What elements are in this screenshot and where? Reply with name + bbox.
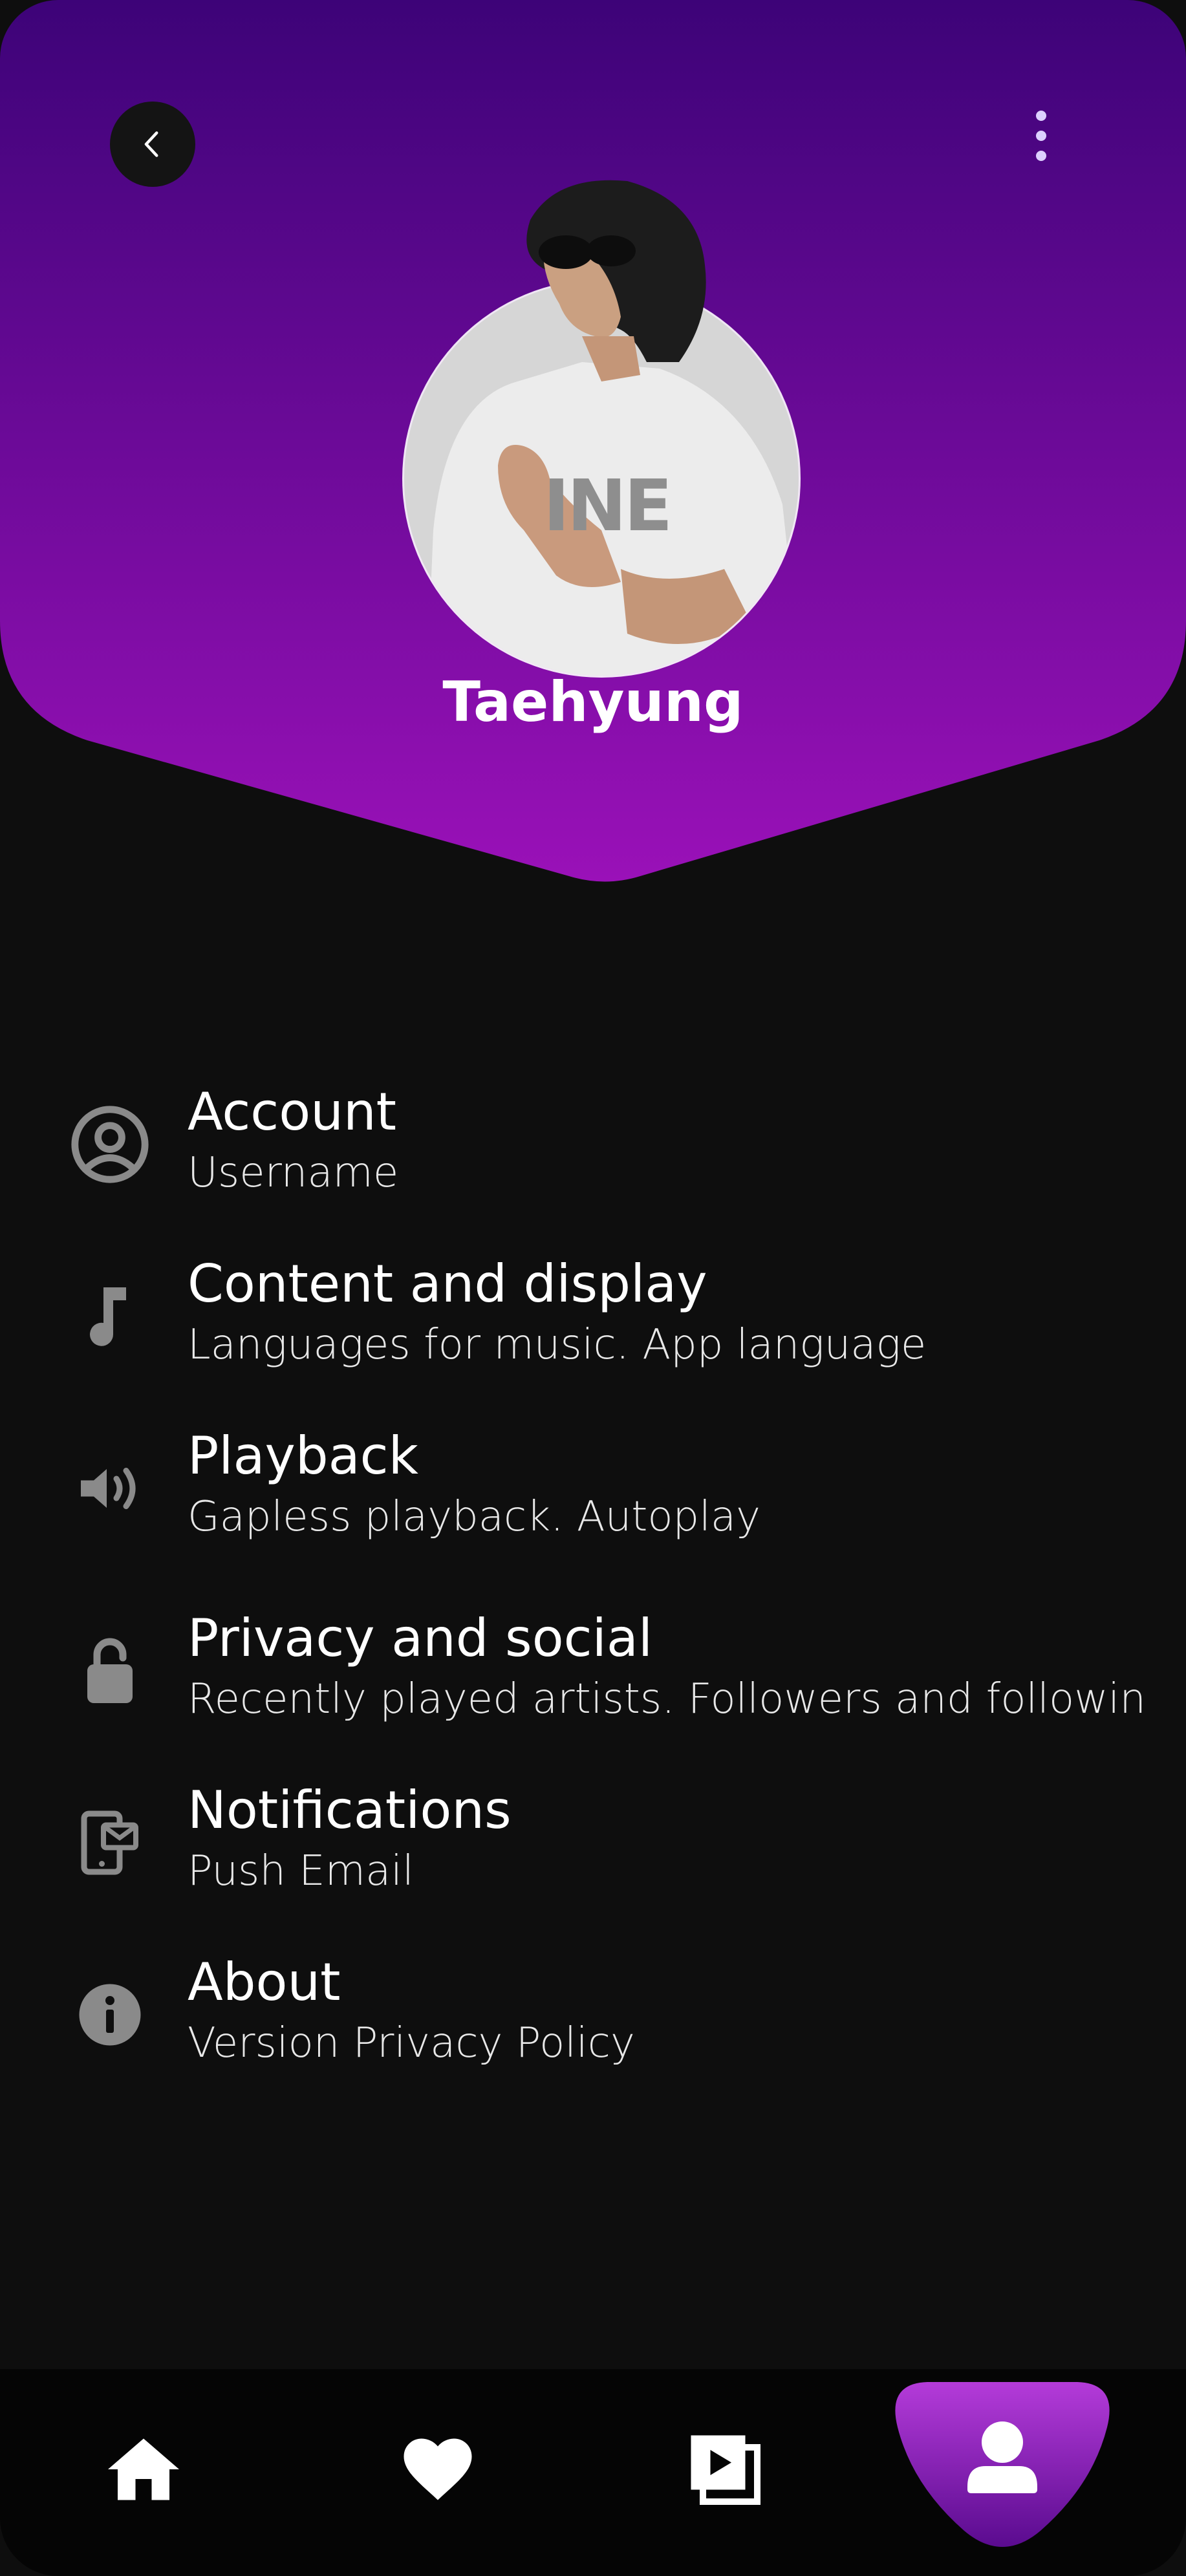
settings-item-about[interactable]: About Version Privacy Policy: [0, 1950, 1186, 2092]
heart-icon: [404, 2438, 472, 2500]
settings-item-subtitle: Gapless playback. Autoplay: [188, 1493, 760, 1541]
mail-phone-icon: [65, 1798, 155, 1888]
settings-item-subtitle: Recently played artists. Followers and f…: [188, 1675, 1146, 1723]
avatar[interactable]: INE: [388, 168, 815, 685]
settings-item-content-display[interactable]: Content and display Languages for music.…: [0, 1252, 1186, 1394]
settings-item-subtitle: Version Privacy Policy: [188, 2019, 635, 2067]
back-button[interactable]: [110, 102, 195, 187]
volume-icon: [65, 1443, 155, 1534]
settings-item-subtitle: Push Email: [188, 1847, 414, 1895]
svg-text:INE: INE: [543, 464, 670, 547]
nav-favorites[interactable]: [396, 2427, 480, 2511]
settings-item-title: About: [188, 1952, 341, 2012]
chevron-left-icon: [144, 131, 158, 157]
more-options-button[interactable]: [1015, 103, 1067, 168]
playlist-play-icon: [691, 2435, 760, 2505]
profile-settings-screen: INE Taehyung Account Username Content an…: [0, 0, 1186, 2576]
nav-playlists[interactable]: [683, 2427, 767, 2511]
lock-icon: [65, 1626, 155, 1716]
settings-item-title: Account: [188, 1082, 397, 1142]
info-icon: [65, 1970, 155, 2060]
nav-profile[interactable]: [889, 2376, 1116, 2563]
more-vertical-icon: [1036, 111, 1046, 121]
profile-name: Taehyung: [442, 670, 744, 735]
account-circle-icon: [65, 1099, 155, 1190]
settings-item-subtitle: Username: [188, 1149, 399, 1197]
settings-item-title: Privacy and social: [188, 1608, 653, 1668]
settings-item-subtitle: Languages for music. App language: [188, 1321, 927, 1369]
settings-item-privacy-social[interactable]: Privacy and social Recently played artis…: [0, 1606, 1186, 1748]
settings-item-title: Notifications: [188, 1780, 512, 1840]
settings-item-playback[interactable]: Playback Gapless playback. Autoplay: [0, 1424, 1186, 1566]
settings-item-title: Playback: [188, 1426, 418, 1486]
home-icon: [108, 2438, 179, 2500]
music-note-icon: [65, 1271, 155, 1362]
settings-item-account[interactable]: Account Username: [0, 1080, 1186, 1222]
settings-item-title: Content and display: [188, 1254, 707, 1314]
nav-home[interactable]: [102, 2427, 186, 2511]
settings-item-notifications[interactable]: Notifications Push Email: [0, 1778, 1186, 1920]
